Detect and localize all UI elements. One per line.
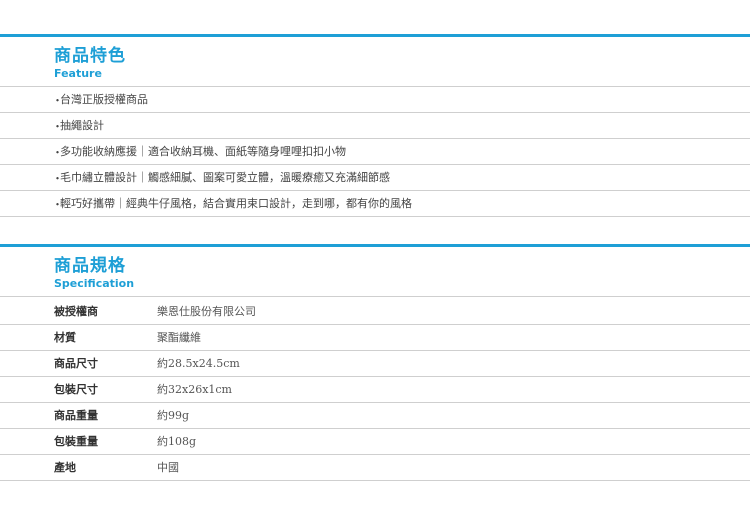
feature-item: ・ 輕巧好攜帶｜經典牛仔風格，結合實用束口設計，走到哪，都有你的風格 <box>0 191 750 217</box>
spec-label: 材質 <box>54 331 76 344</box>
spec-label: 商品尺寸 <box>54 357 98 370</box>
feature-section: 商品特色 Feature ・ 台灣正版授權商品 ・ 抽繩設計 ・ 多功能收納應援… <box>0 34 750 219</box>
feature-item: ・ 多功能收納應援｜適合收納耳機、面紙等隨身哩哩扣扣小物 <box>0 139 750 165</box>
spec-label: 被授權商 <box>54 305 98 318</box>
spec-row: 被授權商 樂恩仕股份有限公司 <box>0 299 750 325</box>
spec-value: 約108g <box>157 435 197 448</box>
spec-value: 樂恩仕股份有限公司 <box>157 305 256 318</box>
spec-row: 材質 聚酯纖維 <box>0 325 750 351</box>
spec-subtitle: Specification <box>54 277 135 290</box>
spec-value: 約99g <box>157 409 190 422</box>
product-info-page: 商品特色 Feature ・ 台灣正版授權商品 ・ 抽繩設計 ・ 多功能收納應援… <box>0 0 750 505</box>
feature-item-text: 抽繩設計 <box>60 119 104 132</box>
feature-item: ・ 台灣正版授權商品 <box>0 87 750 113</box>
spec-value: 中國 <box>157 461 179 474</box>
feature-title: 商品特色 <box>54 46 126 66</box>
spec-label: 商品重量 <box>54 409 98 422</box>
spec-header-divider <box>0 296 750 297</box>
feature-item: ・ 抽繩設計 <box>0 113 750 139</box>
spec-row: 包裝重量 約108g <box>0 429 750 455</box>
spec-label: 產地 <box>54 461 76 474</box>
spec-title: 商品規格 <box>54 256 126 276</box>
feature-item-text: 台灣正版授權商品 <box>60 93 148 106</box>
spec-value: 聚酯纖維 <box>157 331 201 344</box>
spec-section: 商品規格 Specification 被授權商 樂恩仕股份有限公司 材質 聚酯纖… <box>0 244 750 484</box>
spec-row: 商品尺寸 約28.5x24.5cm <box>0 351 750 377</box>
spec-label: 包裝重量 <box>54 435 98 448</box>
spec-value: 約28.5x24.5cm <box>157 357 240 370</box>
spec-label: 包裝尺寸 <box>54 383 98 396</box>
spec-top-rule <box>0 244 750 247</box>
spec-value: 約32x26x1cm <box>157 383 232 396</box>
feature-item-text: 輕巧好攜帶｜經典牛仔風格，結合實用束口設計，走到哪，都有你的風格 <box>60 197 412 210</box>
spec-row: 包裝尺寸 約32x26x1cm <box>0 377 750 403</box>
feature-item-text: 毛巾繡立體設計｜觸感細膩、圖案可愛立體，溫暖療癒又充滿細節感 <box>60 171 390 184</box>
feature-subtitle: Feature <box>54 67 102 80</box>
spec-row: 產地 中國 <box>0 455 750 481</box>
feature-top-rule <box>0 34 750 37</box>
spec-row: 商品重量 約99g <box>0 403 750 429</box>
feature-item: ・ 毛巾繡立體設計｜觸感細膩、圖案可愛立體，溫暖療癒又充滿細節感 <box>0 165 750 191</box>
feature-item-text: 多功能收納應援｜適合收納耳機、面紙等隨身哩哩扣扣小物 <box>60 145 346 158</box>
